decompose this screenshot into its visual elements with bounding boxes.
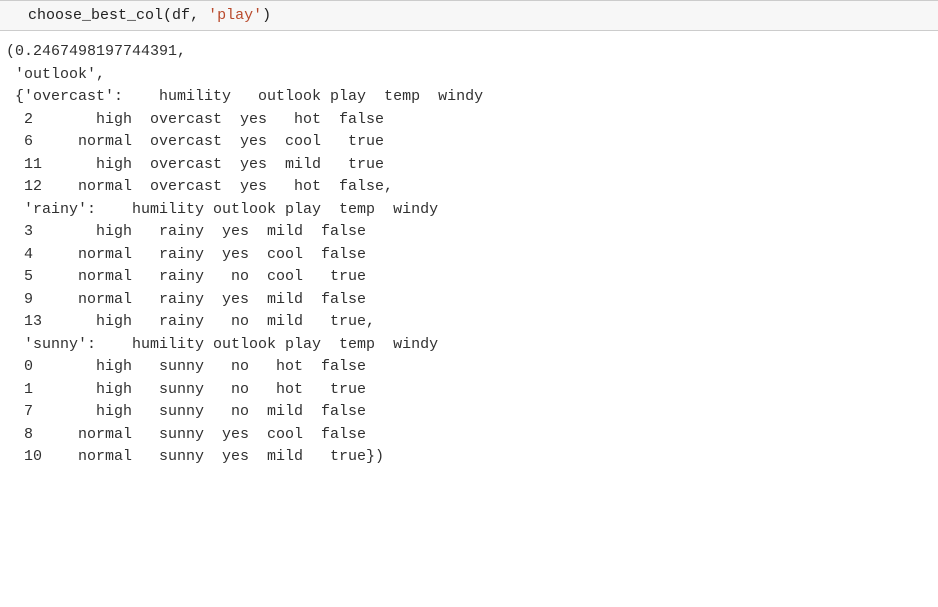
code-token-string: 'play' — [208, 7, 262, 24]
output-line: (0.2467498197744391, — [6, 43, 186, 60]
code-token-paren: ) — [262, 7, 271, 24]
output-line: 'sunny': humility outlook play temp wind… — [6, 336, 438, 353]
output-line: 13 high rainy no mild true, — [6, 313, 375, 330]
output-line: 8 normal sunny yes cool false — [6, 426, 366, 443]
output-line: 10 normal sunny yes mild true}) — [6, 448, 384, 465]
code-token-function: choose_best_col — [28, 7, 163, 24]
output-line: 6 normal overcast yes cool true — [6, 133, 384, 150]
output-line: 0 high sunny no hot false — [6, 358, 366, 375]
output-line: 1 high sunny no hot true — [6, 381, 366, 398]
code-input-cell[interactable]: choose_best_col(df, 'play') — [0, 0, 938, 31]
output-block: (0.2467498197744391, 'outlook', {'overca… — [0, 41, 938, 469]
output-line: 3 high rainy yes mild false — [6, 223, 366, 240]
output-line: 5 normal rainy no cool true — [6, 268, 366, 285]
code-token-comma: , — [190, 7, 208, 24]
output-line: 'rainy': humility outlook play temp wind… — [6, 201, 438, 218]
output-line: 4 normal rainy yes cool false — [6, 246, 366, 263]
output-line: 11 high overcast yes mild true — [6, 156, 384, 173]
output-line: 7 high sunny no mild false — [6, 403, 366, 420]
code-line: choose_best_col(df, 'play') — [28, 7, 271, 24]
output-line: 12 normal overcast yes hot false, — [6, 178, 393, 195]
code-token-paren: ( — [163, 7, 172, 24]
code-token-var: df — [172, 7, 190, 24]
output-line: 2 high overcast yes hot false — [6, 111, 384, 128]
output-line: {'overcast': humility outlook play temp … — [6, 88, 483, 105]
output-line: 9 normal rainy yes mild false — [6, 291, 366, 308]
output-line: 'outlook', — [6, 66, 105, 83]
